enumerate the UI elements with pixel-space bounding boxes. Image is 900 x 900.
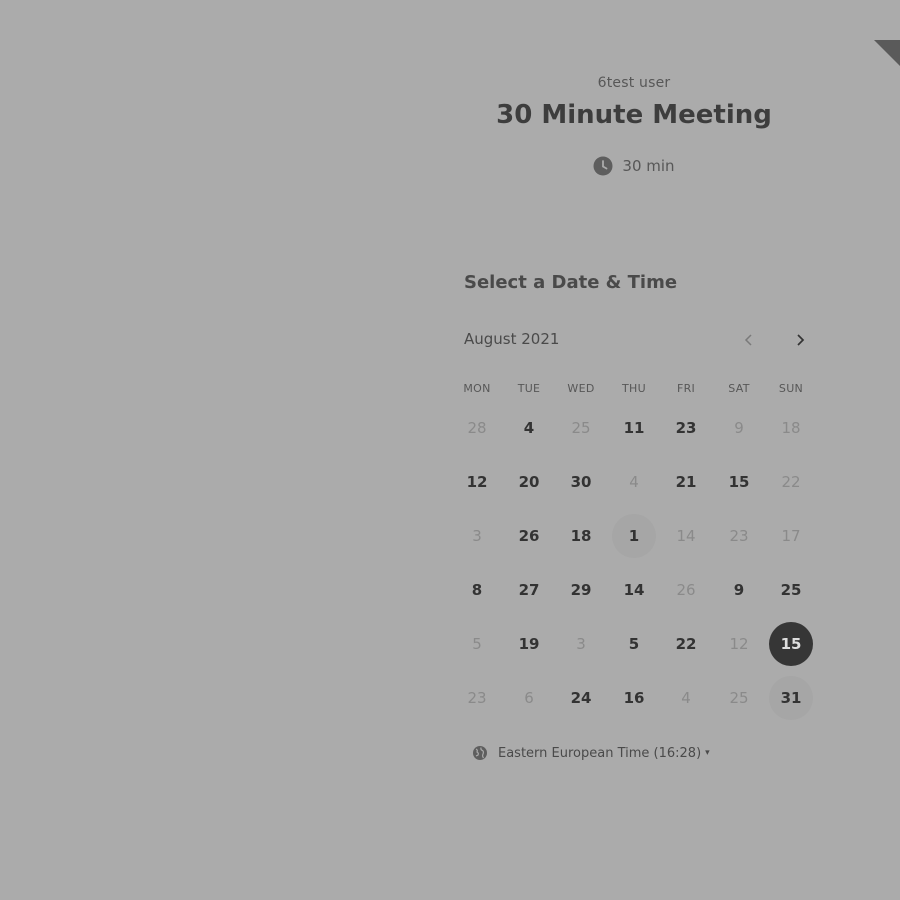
weekday-label: SAT <box>728 382 750 395</box>
available-day[interactable]: 29 <box>559 568 603 612</box>
unavailable-day: 17 <box>781 527 801 545</box>
chevron-right-icon <box>797 334 805 346</box>
month-label: August 2021 <box>464 330 560 348</box>
organizer-name: 6test user <box>597 75 671 91</box>
unavailable-day: 6 <box>524 689 534 707</box>
unavailable-day: 4 <box>681 689 691 707</box>
corner-ribbon-icon <box>874 40 900 66</box>
available-day[interactable]: 15 <box>717 460 761 504</box>
scheduling-panel: 6test user 30 Minute Meeting 30 min Sele… <box>463 0 824 900</box>
available-day[interactable]: 1 <box>612 514 656 558</box>
timezone-selector[interactable]: Eastern European Time (16:28) ▾ <box>472 745 710 761</box>
weekday-header: MON TUE WED THU FRI SAT SUN <box>463 382 824 398</box>
globe-icon <box>473 746 487 760</box>
unavailable-day: 18 <box>781 419 801 437</box>
available-day[interactable]: 23 <box>664 406 708 450</box>
unavailable-day: 28 <box>467 419 487 437</box>
available-day[interactable]: 24 <box>559 676 603 720</box>
clock-icon <box>593 156 613 176</box>
available-day[interactable]: 25 <box>769 568 813 612</box>
available-day[interactable]: 14 <box>612 568 656 612</box>
weekday-label: TUE <box>517 382 541 395</box>
selected-day[interactable]: 15 <box>769 622 813 666</box>
available-day[interactable]: 5 <box>612 622 656 666</box>
available-day[interactable]: 9 <box>717 568 761 612</box>
weekday-label: MON <box>463 382 491 395</box>
unavailable-day: 22 <box>781 473 801 491</box>
section-title: Select a Date & Time <box>464 272 678 293</box>
event-title: 30 Minute Meeting <box>496 100 772 130</box>
available-day[interactable]: 21 <box>664 460 708 504</box>
unavailable-day: 23 <box>729 527 749 545</box>
chevron-left-icon <box>744 334 752 346</box>
available-day[interactable]: 26 <box>507 514 551 558</box>
unavailable-day: 9 <box>734 419 744 437</box>
available-day[interactable]: 31 <box>769 676 813 720</box>
weekday-label: WED <box>567 382 595 395</box>
unavailable-day: 14 <box>676 527 696 545</box>
unavailable-day: 23 <box>467 689 487 707</box>
available-day[interactable]: 19 <box>507 622 551 666</box>
available-day[interactable]: 16 <box>612 676 656 720</box>
previous-month-button[interactable] <box>738 329 760 351</box>
weekday-label: THU <box>622 382 646 395</box>
unavailable-day: 25 <box>571 419 591 437</box>
unavailable-day: 25 <box>729 689 749 707</box>
unavailable-day: 26 <box>676 581 696 599</box>
unavailable-day: 3 <box>472 527 482 545</box>
available-day[interactable]: 27 <box>507 568 551 612</box>
caret-down-icon: ▾ <box>705 748 710 758</box>
timezone-label: Eastern European Time (16:28) <box>498 745 702 761</box>
unavailable-day: 12 <box>729 635 749 653</box>
unavailable-day: 5 <box>472 635 482 653</box>
available-day[interactable]: 11 <box>612 406 656 450</box>
available-day[interactable]: 30 <box>559 460 603 504</box>
weekday-label: SUN <box>778 382 804 395</box>
available-day[interactable]: 20 <box>507 460 551 504</box>
unavailable-day: 3 <box>576 635 586 653</box>
weekday-label: FRI <box>676 382 696 395</box>
available-day[interactable]: 4 <box>507 406 551 450</box>
unavailable-day: 4 <box>629 473 639 491</box>
next-month-button[interactable] <box>789 329 811 351</box>
event-duration: 30 min <box>464 156 804 176</box>
duration-label: 30 min <box>622 157 675 175</box>
available-day[interactable]: 12 <box>455 460 499 504</box>
available-day[interactable]: 8 <box>455 568 499 612</box>
available-day[interactable]: 22 <box>664 622 708 666</box>
available-day[interactable]: 18 <box>559 514 603 558</box>
